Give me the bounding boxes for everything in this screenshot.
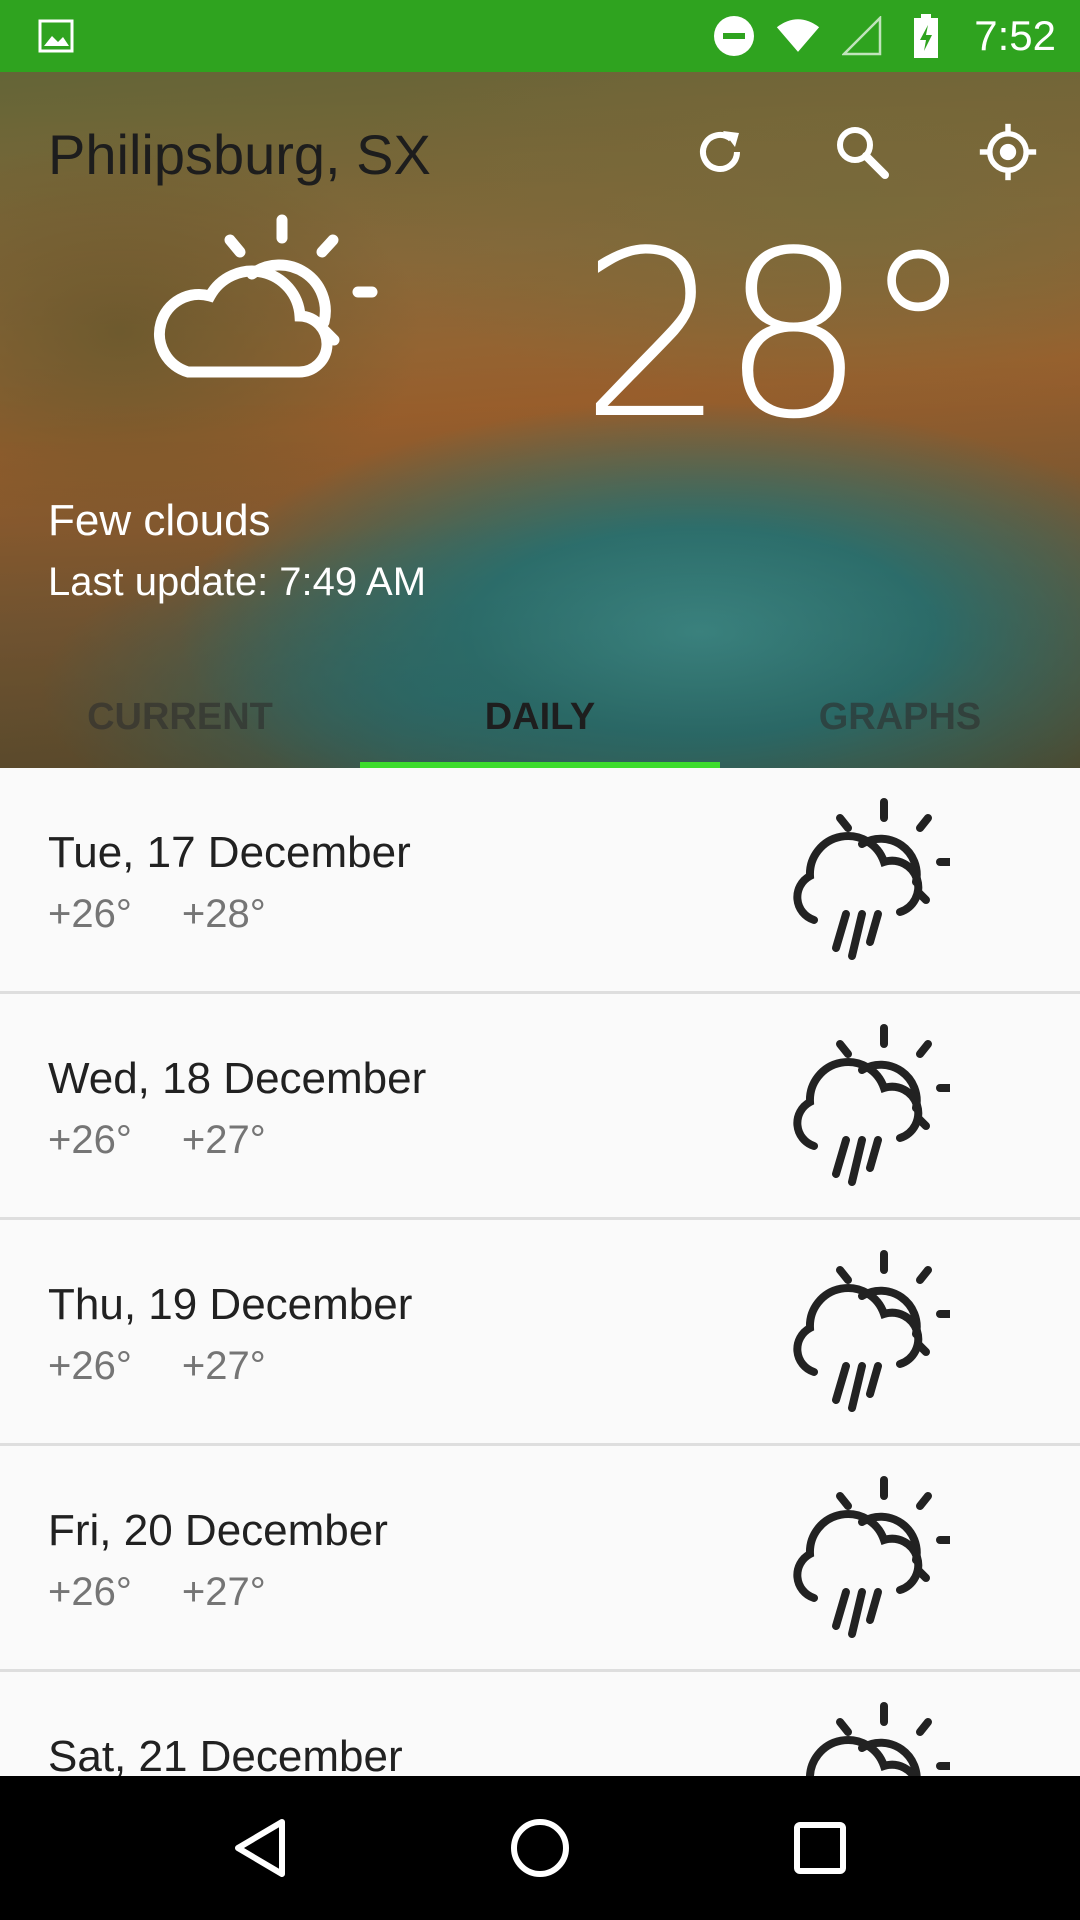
forecast-temps: +26° +28° <box>48 892 266 937</box>
rain-sun-icon <box>780 1474 956 1644</box>
daily-forecast-list[interactable]: Tue, 17 December +26° +28° Wed, 18 Decem… <box>0 768 1080 1776</box>
battery-charging-icon <box>904 14 948 58</box>
back-icon[interactable] <box>220 1808 300 1888</box>
tab-bar: CURRENT DAILY GRAPHS <box>0 666 1080 768</box>
forecast-high: +27° <box>181 1344 266 1388</box>
last-update: Last update: 7:49 AM <box>48 560 427 604</box>
locate-icon[interactable] <box>978 122 1038 182</box>
forecast-date: Tue, 17 December <box>48 828 411 877</box>
tab-current[interactable]: CURRENT <box>0 666 360 768</box>
forecast-temps: +26° +27° <box>48 1344 266 1389</box>
list-item[interactable]: Tue, 17 December +26° +28° <box>0 768 1080 994</box>
do-not-disturb-icon <box>712 14 756 58</box>
rain-sun-icon <box>780 1248 956 1418</box>
refresh-icon[interactable] <box>690 122 750 182</box>
weather-condition: Few clouds <box>48 496 271 545</box>
home-icon[interactable] <box>500 1808 580 1888</box>
partly-cloudy-icon <box>148 212 378 382</box>
forecast-temps: +26° +27° <box>48 1118 266 1163</box>
list-item[interactable]: Wed, 18 December +26° +27° <box>0 994 1080 1220</box>
signal-icon <box>840 14 884 58</box>
forecast-high: +28° <box>181 892 266 936</box>
current-temperature: 28° <box>580 203 976 470</box>
tab-indicator <box>360 762 720 768</box>
forecast-date: Thu, 19 December <box>48 1280 413 1329</box>
tab-graphs[interactable]: GRAPHS <box>720 666 1080 768</box>
forecast-date: Fri, 20 December <box>48 1506 388 1555</box>
rain-sun-icon <box>780 1700 956 1776</box>
rain-sun-icon <box>780 1022 956 1192</box>
list-item[interactable]: Sat, 21 December <box>0 1672 1080 1776</box>
forecast-low: +26° <box>48 892 132 936</box>
recents-icon[interactable] <box>780 1808 860 1888</box>
rain-sun-icon <box>780 796 956 966</box>
forecast-date: Sat, 21 December <box>48 1732 403 1776</box>
search-icon[interactable] <box>832 122 892 182</box>
forecast-date: Wed, 18 December <box>48 1054 427 1103</box>
wifi-icon <box>776 14 820 58</box>
status-bar: 7:52 <box>0 0 1080 72</box>
navigation-bar <box>0 1776 1080 1920</box>
forecast-low: +26° <box>48 1570 132 1614</box>
forecast-low: +26° <box>48 1344 132 1388</box>
forecast-temps: +26° +27° <box>48 1570 266 1615</box>
forecast-high: +27° <box>181 1118 266 1162</box>
list-item[interactable]: Fri, 20 December +26° +27° <box>0 1446 1080 1672</box>
list-item[interactable]: Thu, 19 December +26° +27° <box>0 1220 1080 1446</box>
status-time: 7:52 <box>974 12 1056 59</box>
weather-header: Philipsburg, SX 28° Few clouds Last upda… <box>0 72 1080 768</box>
city-name: Philipsburg, SX <box>48 123 431 186</box>
forecast-high: +27° <box>181 1570 266 1614</box>
tab-daily[interactable]: DAILY <box>360 666 720 768</box>
image-icon <box>34 14 78 58</box>
forecast-low: +26° <box>48 1118 132 1162</box>
